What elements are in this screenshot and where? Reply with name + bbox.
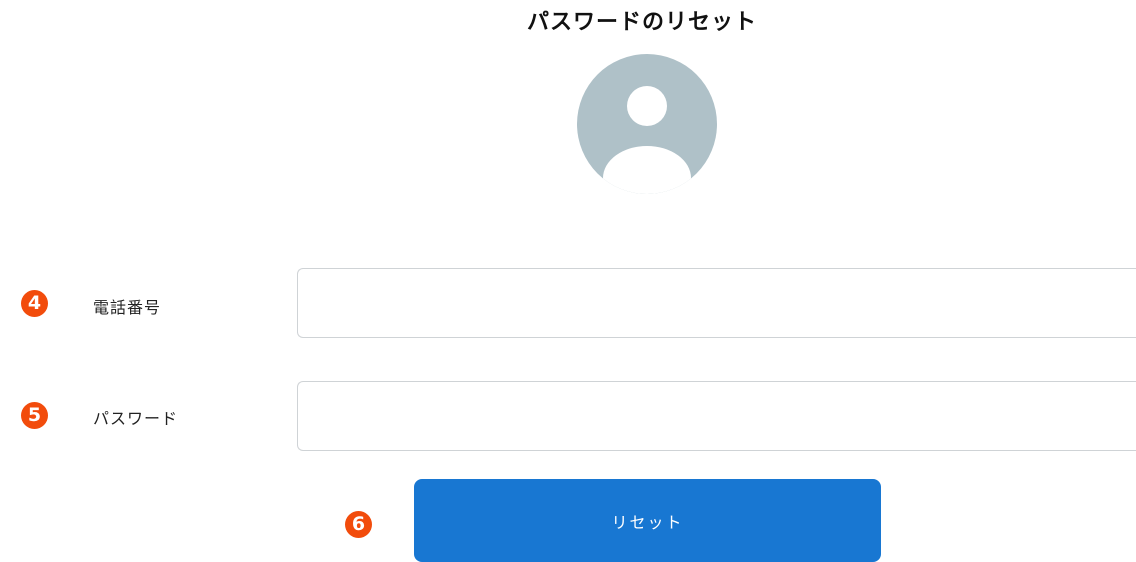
phone-label: 電話番号 xyxy=(93,298,162,317)
reset-button[interactable]: リセット xyxy=(414,479,881,562)
password-input[interactable] xyxy=(297,381,1136,451)
step-marker-4: 4 xyxy=(21,290,48,317)
reset-password-page: パスワードのリセット 4 電話番号 5 パスワード 6 リセット xyxy=(0,0,1136,562)
step-marker-5: 5 xyxy=(21,402,48,429)
page-title: パスワードのリセット xyxy=(526,10,757,35)
user-avatar-icon xyxy=(577,54,717,194)
password-label: パスワード xyxy=(93,409,179,428)
phone-input[interactable] xyxy=(297,268,1136,338)
step-marker-6: 6 xyxy=(345,511,372,538)
